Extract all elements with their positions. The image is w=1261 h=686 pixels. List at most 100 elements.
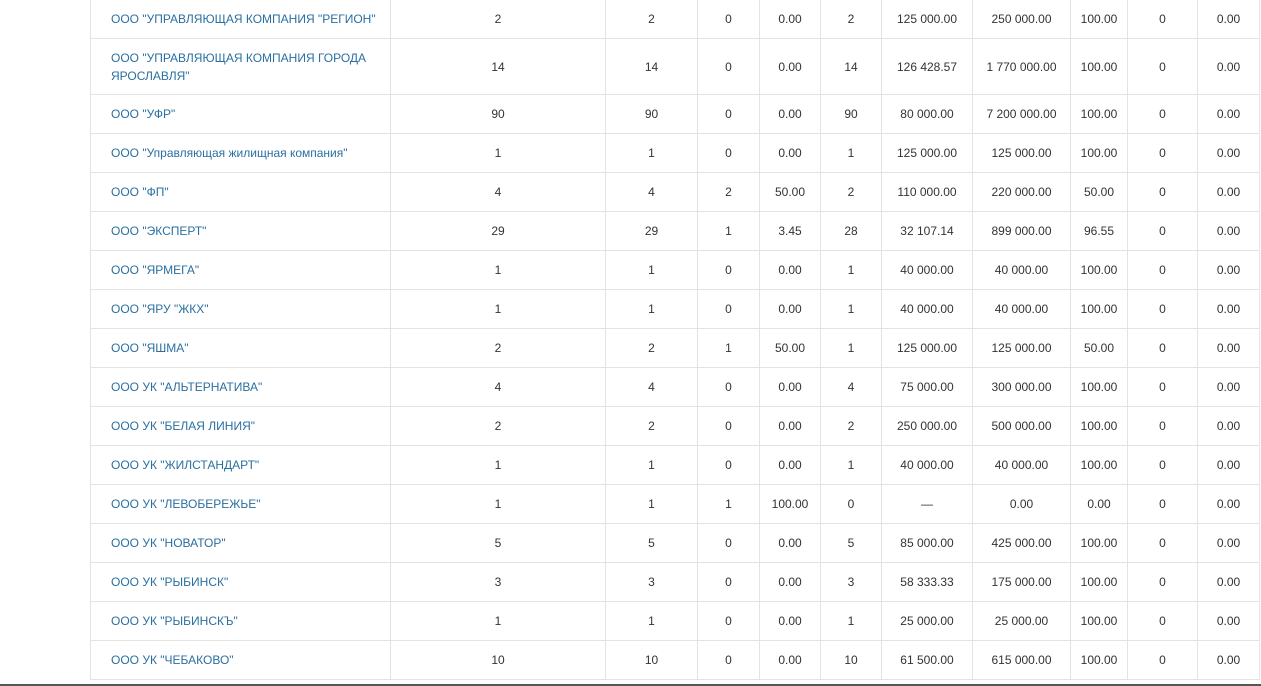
col-6-cell: 85 000.00 [881, 523, 973, 563]
col-3-cell: 0 [697, 445, 760, 485]
org-name-link[interactable]: ООО УК "РЫБИНСКЪ" [111, 614, 238, 628]
org-name-cell: ООО УК "РЫБИНСКЪ" [90, 601, 391, 641]
col-5-cell: 5 [820, 523, 882, 563]
col-4-cell: 50.00 [759, 328, 821, 368]
col-10-cell: 0.00 [1197, 133, 1260, 173]
org-name-link[interactable]: ООО УК "ЖИЛСТАНДАРТ" [111, 458, 259, 472]
col-4-cell: 0.00 [759, 406, 821, 446]
col-6-cell: 58 333.33 [881, 562, 973, 602]
org-name-link[interactable]: ООО "ЯРМЕГА" [111, 263, 199, 277]
col-2-cell: 4 [605, 172, 698, 212]
col-3-cell: 0 [697, 289, 760, 329]
org-name-cell: ООО УК "РЫБИНСК" [90, 562, 391, 602]
col-7-cell: 7 200 000.00 [972, 94, 1071, 134]
col-9-cell: 0 [1127, 640, 1198, 680]
org-name-link[interactable]: ООО УК "НОВАТОР" [111, 536, 226, 550]
col-8-cell: 100.00 [1070, 289, 1128, 329]
col-3-cell: 0 [697, 0, 760, 39]
col-7-cell: 1 770 000.00 [972, 38, 1071, 95]
col-5-cell: 1 [820, 289, 882, 329]
col-1-cell: 2 [390, 406, 606, 446]
org-name-cell: ООО УК "ЧЕБАКОВО" [90, 640, 391, 680]
col-9-cell: 0 [1127, 133, 1198, 173]
table-row: ООО "ЯРМЕГА" 1 1 0 0.00 1 40 000.00 40 000.00 10… [90, 250, 1260, 290]
col-10-cell: 0.00 [1197, 172, 1260, 212]
org-name-link[interactable]: ООО "ЯШМА" [111, 341, 189, 355]
col-9-cell: 0 [1127, 0, 1198, 39]
col-3-cell: 1 [697, 211, 760, 251]
col-8-cell: 100.00 [1070, 406, 1128, 446]
col-5-cell: 0 [820, 484, 882, 524]
col-1-cell: 4 [390, 172, 606, 212]
col-9-cell: 0 [1127, 523, 1198, 563]
org-name-link[interactable]: ООО УК "ЛЕВОБЕРЕЖЬЕ" [111, 497, 260, 511]
col-2-cell: 2 [605, 406, 698, 446]
table-row: ООО УК "ЖИЛСТАНДАРТ" 1 1 0 0.00 1 40 000.00 40 … [90, 445, 1260, 485]
col-3-cell: 1 [697, 328, 760, 368]
col-6-cell: 110 000.00 [881, 172, 973, 212]
col-10-cell: 0.00 [1197, 289, 1260, 329]
col-7-cell: 300 000.00 [972, 367, 1071, 407]
col-4-cell: 0.00 [759, 94, 821, 134]
col-3-cell: 0 [697, 406, 760, 446]
table-row: ООО "ЯРУ "ЖКХ" 1 1 0 0.00 1 40 000.00 40 000.00… [90, 289, 1260, 329]
col-6-cell: 125 000.00 [881, 0, 973, 39]
org-name-cell: ООО "ФП" [90, 172, 391, 212]
col-8-cell: 100.00 [1070, 523, 1128, 563]
col-4-cell: 0.00 [759, 445, 821, 485]
col-1-cell: 2 [390, 0, 606, 39]
col-7-cell: 40 000.00 [972, 445, 1071, 485]
col-6-cell: 40 000.00 [881, 289, 973, 329]
org-name-link[interactable]: ООО "УПРАВЛЯЮЩАЯ КОМПАНИЯ ГОРОДА ЯРОСЛАВ… [111, 51, 366, 83]
org-name-link[interactable]: ООО "ЯРУ "ЖКХ" [111, 302, 209, 316]
org-name-link[interactable]: ООО "Управляющая жилищная компания" [111, 146, 348, 160]
org-name-link[interactable]: ООО УК "АЛЬТЕРНАТИВА" [111, 380, 262, 394]
org-name-link[interactable]: ООО УК "ЧЕБАКОВО" [111, 653, 234, 667]
col-1-cell: 1 [390, 601, 606, 641]
col-9-cell: 0 [1127, 328, 1198, 368]
col-2-cell: 2 [605, 0, 698, 39]
org-name-link[interactable]: ООО "ФП" [111, 185, 169, 199]
col-4-cell: 3.45 [759, 211, 821, 251]
col-2-cell: 14 [605, 38, 698, 95]
col-5-cell: 1 [820, 601, 882, 641]
org-name-link[interactable]: ООО УК "РЫБИНСК" [111, 575, 228, 589]
col-2-cell: 1 [605, 250, 698, 290]
table-row: ООО УК "ЧЕБАКОВО" 10 10 0 0.00 10 61 500.00 615… [90, 640, 1260, 680]
col-6-cell: 80 000.00 [881, 94, 973, 134]
col-7-cell: 615 000.00 [972, 640, 1071, 680]
org-name-link[interactable]: ООО УК "БЕЛАЯ ЛИНИЯ" [111, 419, 255, 433]
col-2-cell: 5 [605, 523, 698, 563]
col-3-cell: 0 [697, 94, 760, 134]
org-name-cell: ООО УК "ЛЕВОБЕРЕЖЬЕ" [90, 484, 391, 524]
org-name-link[interactable]: ООО "ЭКСПЕРТ" [111, 224, 206, 238]
org-name-link[interactable]: ООО "УФР" [111, 107, 175, 121]
table-row: ООО "УПРАВЛЯЮЩАЯ КОМПАНИЯ ГОРОДА ЯРОСЛАВ… [90, 38, 1260, 95]
col-7-cell: 40 000.00 [972, 250, 1071, 290]
col-6-cell: 32 107.14 [881, 211, 973, 251]
col-6-cell: 250 000.00 [881, 406, 973, 446]
col-7-cell: 899 000.00 [972, 211, 1071, 251]
table-row: ООО УК "РЫБИНСК" 3 3 0 0.00 3 58 333.33 175 000… [90, 562, 1260, 602]
col-2-cell: 2 [605, 328, 698, 368]
col-3-cell: 0 [697, 38, 760, 95]
col-4-cell: 50.00 [759, 172, 821, 212]
col-9-cell: 0 [1127, 367, 1198, 407]
col-5-cell: 4 [820, 367, 882, 407]
col-8-cell: 100.00 [1070, 601, 1128, 641]
org-name-cell: ООО "ЯШМА" [90, 328, 391, 368]
org-name-cell: ООО "УФР" [90, 94, 391, 134]
col-9-cell: 0 [1127, 211, 1198, 251]
col-2-cell: 90 [605, 94, 698, 134]
org-name-link[interactable]: ООО "УПРАВЛЯЮЩАЯ КОМПАНИЯ "РЕГИОН" [111, 12, 376, 26]
col-3-cell: 2 [697, 172, 760, 212]
col-9-cell: 0 [1127, 445, 1198, 485]
col-9-cell: 0 [1127, 601, 1198, 641]
col-6-cell: 125 000.00 [881, 133, 973, 173]
col-8-cell: 100.00 [1070, 133, 1128, 173]
table-row: ООО УК "БЕЛАЯ ЛИНИЯ" 2 2 0 0.00 2 250 000.00 50… [90, 406, 1260, 446]
col-1-cell: 1 [390, 289, 606, 329]
col-7-cell: 0.00 [972, 484, 1071, 524]
table-row: ООО "УПРАВЛЯЮЩАЯ КОМПАНИЯ "РЕГИОН" 2 2 0 0.0… [90, 0, 1260, 39]
org-name-cell: ООО "УПРАВЛЯЮЩАЯ КОМПАНИЯ "РЕГИОН" [90, 0, 391, 39]
